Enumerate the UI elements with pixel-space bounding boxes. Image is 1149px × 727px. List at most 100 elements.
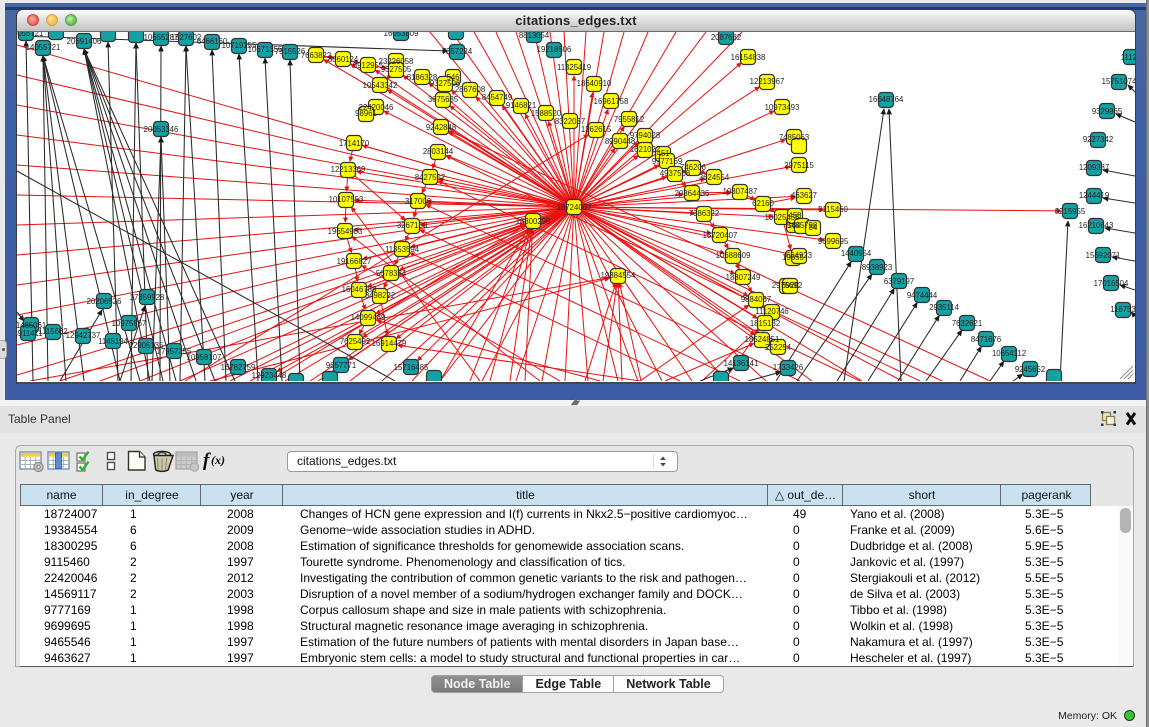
svg-text:9884067: 9884067 <box>741 295 771 304</box>
svg-text:3624554: 3624554 <box>699 173 730 182</box>
svg-text:3267130: 3267130 <box>397 221 428 230</box>
svg-text:16914479: 16914479 <box>372 339 407 348</box>
svg-text:746206: 746206 <box>680 163 706 172</box>
svg-text:98961: 98961 <box>355 109 377 118</box>
svg-text:84: 84 <box>809 223 818 232</box>
svg-text:7386322: 7386322 <box>689 209 719 218</box>
svg-text:7632621: 7632621 <box>952 319 982 328</box>
svg-text:1209387: 1209387 <box>1079 163 1109 172</box>
svg-text:7955812: 7955812 <box>614 115 644 124</box>
svg-text:20691406: 20691406 <box>67 37 102 46</box>
svg-text:8938923: 8938923 <box>862 263 892 272</box>
svg-text:16053809: 16053809 <box>384 32 419 38</box>
svg-text:14055721: 14055721 <box>26 43 61 52</box>
svg-text:1733426: 1733426 <box>773 363 803 372</box>
svg-text:12942737: 12942737 <box>66 331 101 340</box>
svg-text:10973493: 10973493 <box>765 103 800 112</box>
svg-text:1440954: 1440954 <box>841 249 872 258</box>
svg-text:8471676: 8471676 <box>971 335 1001 344</box>
svg-text:1714170: 1714170 <box>339 139 370 148</box>
svg-text:9115460: 9115460 <box>818 205 848 214</box>
svg-text:18724007: 18724007 <box>557 203 592 212</box>
svg-text:16782759: 16782759 <box>221 363 256 372</box>
svg-text:f: f <box>203 450 211 471</box>
svg-text:10975867: 10975867 <box>112 319 147 328</box>
svg-text:16961758: 16961758 <box>594 97 629 106</box>
svg-text:10958107: 10958107 <box>187 353 222 362</box>
svg-text:20206526: 20206526 <box>87 297 122 306</box>
svg-text:11120746: 11120746 <box>755 307 789 316</box>
svg-text:15716485: 15716485 <box>394 363 429 372</box>
svg-text:11325419: 11325419 <box>557 63 591 72</box>
svg-text:18807249: 18807249 <box>726 273 761 282</box>
svg-text:15692071: 15692071 <box>1086 251 1121 260</box>
svg-text:7663822: 7663822 <box>301 51 331 60</box>
svg-text:7625402: 7625402 <box>340 337 370 346</box>
svg-text:9777169: 9777169 <box>652 157 682 166</box>
svg-text:9245652: 9245652 <box>1015 365 1045 374</box>
svg-text:6379197: 6379197 <box>884 277 914 286</box>
svg-text:2935114: 2935114 <box>929 303 959 312</box>
svg-text:16154838: 16154838 <box>731 53 766 62</box>
svg-text:2975115: 2975115 <box>784 161 814 170</box>
svg-text:6928: 6928 <box>781 281 798 290</box>
svg-text:3498222: 3498222 <box>365 291 395 300</box>
svg-text:10654112: 10654112 <box>992 349 1026 358</box>
svg-text:458: 458 <box>788 211 801 220</box>
svg-text:9329965: 9329965 <box>1092 107 1123 116</box>
svg-text:1362615: 1362615 <box>581 125 612 134</box>
svg-text:10688609: 10688609 <box>716 251 751 260</box>
svg-text:1244419: 1244419 <box>1079 191 1109 200</box>
svg-text:17359928: 17359928 <box>130 293 165 302</box>
svg-text:20053346: 20053346 <box>144 125 179 134</box>
svg-text:9699695: 9699695 <box>818 237 849 246</box>
svg-text:7485063: 7485063 <box>779 133 809 142</box>
svg-text:10807487: 10807487 <box>723 187 758 196</box>
svg-text:1145194: 1145194 <box>98 337 128 346</box>
svg-text:15751074: 15751074 <box>1102 77 1135 86</box>
svg-text:654923: 654923 <box>786 251 812 260</box>
svg-text:(x): (x) <box>211 453 225 467</box>
svg-text:14055721: 14055721 <box>17 32 43 38</box>
svg-text:116753: 116753 <box>1110 305 1135 314</box>
svg-text:10543342: 10543342 <box>363 81 398 90</box>
svg-text:5678334: 5678334 <box>376 269 407 278</box>
svg-text:9657771: 9657771 <box>326 361 356 370</box>
svg-text:18300295: 18300295 <box>516 217 551 226</box>
svg-text:62160: 62160 <box>752 199 774 208</box>
svg-text:1115682: 1115682 <box>38 327 67 336</box>
svg-text:9794028: 9794028 <box>630 131 660 140</box>
svg-text:14099489: 14099489 <box>351 313 386 322</box>
svg-text:8427552: 8427552 <box>415 173 445 182</box>
svg-text:8215955: 8215955 <box>1055 207 1086 216</box>
svg-text:8813054: 8813054 <box>519 32 550 40</box>
svg-text:11124: 11124 <box>1121 53 1135 62</box>
svg-text:10107553: 10107553 <box>329 195 364 204</box>
svg-text:18640910: 18640910 <box>577 79 612 88</box>
svg-text:11353594: 11353594 <box>385 245 420 254</box>
svg-text:15720407: 15720407 <box>703 231 738 240</box>
svg-text:19654983: 19654983 <box>328 227 363 236</box>
svg-text:12213369: 12213369 <box>331 165 366 174</box>
svg-text:7357224: 7357224 <box>442 47 473 56</box>
svg-text:12923448: 12923448 <box>252 371 287 380</box>
svg-text:17016504: 17016504 <box>1094 279 1129 288</box>
svg-text:9227342: 9227342 <box>1083 135 1113 144</box>
svg-text:2087682: 2087682 <box>711 33 741 42</box>
svg-text:9474444: 9474444 <box>907 291 938 300</box>
svg-text:9242848: 9242848 <box>426 123 456 132</box>
svg-text:14136141: 14136141 <box>724 359 759 368</box>
svg-text:2803144: 2803144 <box>423 147 454 156</box>
svg-text:19384554: 19384554 <box>601 271 636 280</box>
svg-text:463627: 463627 <box>791 191 817 200</box>
svg-text:16210643: 16210643 <box>1079 221 1114 230</box>
svg-text:19218506: 19218506 <box>537 45 572 54</box>
svg-text:20364436: 20364436 <box>675 189 710 198</box>
svg-text:317006: 317006 <box>405 197 431 206</box>
svg-text:16648764: 16648764 <box>869 95 904 104</box>
svg-text:12213967: 12213967 <box>750 77 785 86</box>
svg-text:3675685: 3675685 <box>428 95 459 104</box>
svg-text:19166827: 19166827 <box>337 257 372 266</box>
svg-text:252254: 252254 <box>765 343 792 352</box>
svg-text:1815132: 1815132 <box>750 319 780 328</box>
